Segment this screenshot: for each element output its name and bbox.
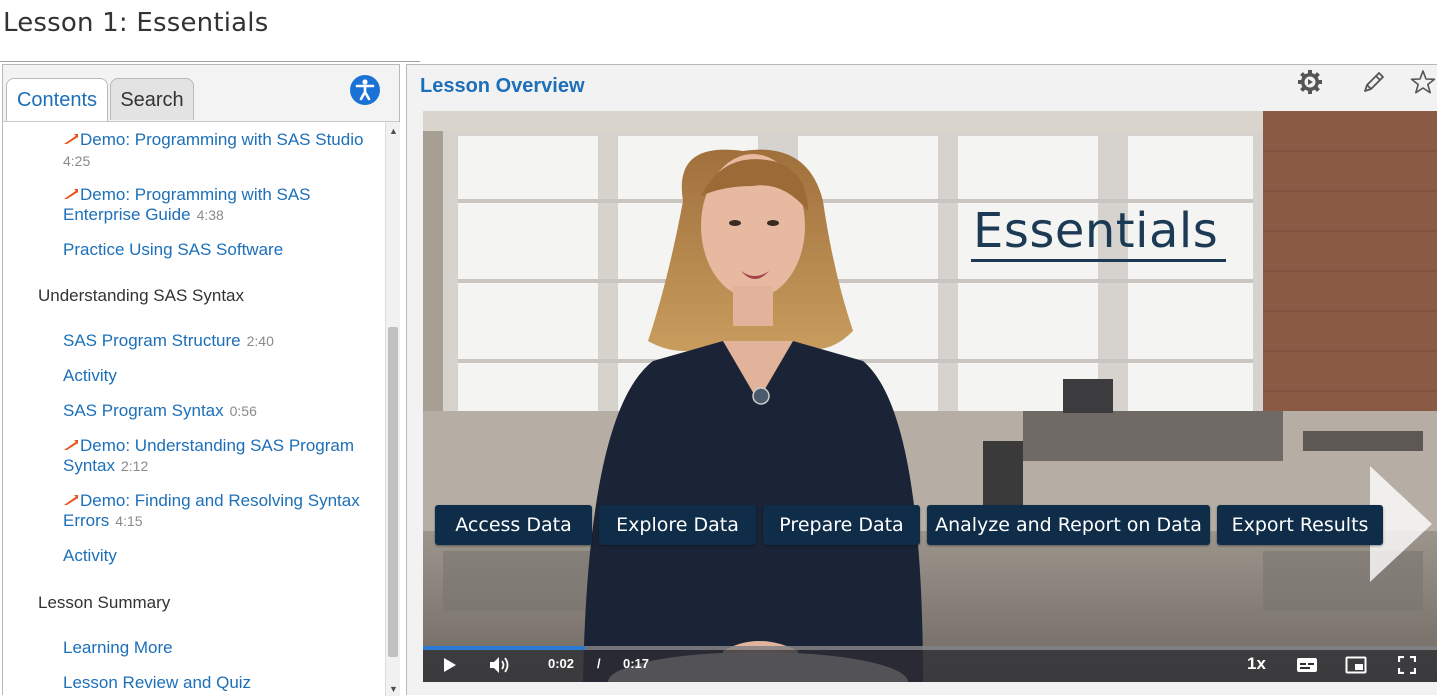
step-explore-data: Explore Data: [599, 505, 756, 545]
toc-item-label-line2: Errors: [63, 511, 110, 530]
toc-item-duration: 4:15: [115, 513, 143, 529]
step-prepare-data: Prepare Data: [763, 505, 920, 545]
pencil-icon[interactable]: [1359, 67, 1389, 97]
toc-item-duration: 2:40: [246, 333, 274, 349]
toc-item-label-line2: Syntax: [63, 456, 115, 475]
toc-item-label: Demo: Programming with SAS Studio: [80, 130, 364, 149]
demo-icon: [64, 189, 78, 199]
toc-item-review-quiz[interactable]: Lesson Review and Quiz: [63, 673, 373, 693]
tab-contents[interactable]: Contents: [6, 78, 108, 121]
step-export-results: Export Results: [1217, 505, 1383, 545]
table-of-contents: Demo: Programming with SAS Studio 4:25 D…: [3, 122, 385, 696]
toc-item-demo-syntax-errors[interactable]: Demo: Finding and Resolving Syntax Error…: [63, 491, 373, 531]
picture-in-picture-icon[interactable]: [1345, 656, 1367, 679]
play-icon[interactable]: [443, 657, 457, 678]
toc-item-label: SAS Program Structure: [63, 331, 241, 350]
total-time: 0:17: [623, 656, 650, 671]
toc-item-demo-sas-studio[interactable]: Demo: Programming with SAS Studio 4:25: [63, 130, 373, 171]
time-separator: /: [597, 656, 601, 671]
tab-bar: Contents Search: [3, 65, 399, 122]
star-icon[interactable]: [1408, 67, 1437, 97]
toc-section-understanding-syntax[interactable]: Understanding SAS Syntax: [38, 286, 244, 306]
volume-icon[interactable]: [489, 656, 511, 679]
demo-icon: [64, 440, 78, 450]
toc-item-activity-2[interactable]: Activity: [63, 546, 373, 566]
demo-icon: [64, 134, 78, 144]
toc-item-practice[interactable]: Practice Using SAS Software: [63, 240, 373, 260]
scroll-thumb[interactable]: [388, 327, 398, 657]
toc-scrollbar[interactable]: ▲ ▼: [385, 122, 400, 696]
progress-fill: [423, 646, 586, 650]
toc-item-duration: 4:38: [196, 207, 224, 223]
page-title: Lesson 1: Essentials: [3, 8, 269, 38]
toc-item-label: SAS Program Syntax: [63, 401, 224, 420]
demo-icon: [64, 495, 78, 505]
video-player[interactable]: Essentials Access Data Explore Data Prep…: [423, 111, 1437, 682]
toc-item-label-line2: Enterprise Guide: [63, 205, 191, 224]
toc-section-lesson-summary[interactable]: Lesson Summary: [38, 593, 170, 613]
lesson-overview-title: Lesson Overview: [420, 75, 585, 97]
step-access-data: Access Data: [435, 505, 592, 545]
settings-icon[interactable]: [1295, 67, 1325, 97]
toc-item-duration: 2:12: [120, 458, 149, 474]
progress-bar[interactable]: [423, 646, 1437, 650]
toc-item-demo-enterprise-guide[interactable]: Demo: Programming with SAS Enterprise Gu…: [63, 185, 373, 225]
accessibility-icon[interactable]: [350, 75, 380, 105]
toc-item-activity[interactable]: Activity: [63, 366, 373, 386]
playback-speed[interactable]: 1x: [1247, 654, 1266, 674]
toc-item-program-syntax[interactable]: SAS Program Syntax 0:56: [63, 401, 373, 421]
toc-item-label: Demo: Finding and Resolving Syntax: [80, 491, 360, 510]
toc-item-demo-understanding-syntax[interactable]: Demo: Understanding SAS Program Syntax 2:…: [63, 436, 373, 476]
scroll-up-icon[interactable]: ▲: [389, 126, 398, 136]
video-controls: 0:02 / 0:17 1x: [423, 646, 1437, 682]
captions-icon[interactable]: [1296, 657, 1318, 678]
fullscreen-icon[interactable]: [1397, 655, 1417, 679]
toc-item-program-structure[interactable]: SAS Program Structure 2:40: [63, 331, 373, 351]
title-divider: [0, 61, 420, 62]
scroll-down-icon[interactable]: ▼: [389, 684, 398, 694]
toc-item-duration: 4:25: [63, 153, 91, 169]
current-time: 0:02: [548, 656, 575, 671]
step-analyze-report: Analyze and Report on Data: [927, 505, 1210, 545]
lesson-panel: Lesson Overview Essentials Access Data E…: [406, 64, 1437, 695]
contents-panel: Contents Search Demo: Programming with S…: [2, 64, 400, 696]
video-frame: [423, 111, 1437, 682]
toc-item-learning-more[interactable]: Learning More: [63, 638, 373, 658]
tab-search[interactable]: Search: [110, 78, 194, 120]
toc-item-label: Demo: Understanding SAS Program: [80, 436, 355, 455]
slide-title: Essentials: [973, 203, 1219, 259]
slide-title-underline: [971, 259, 1226, 262]
toc-item-label: Demo: Programming with SAS: [80, 185, 311, 204]
toc-item-duration: 0:56: [229, 403, 257, 419]
